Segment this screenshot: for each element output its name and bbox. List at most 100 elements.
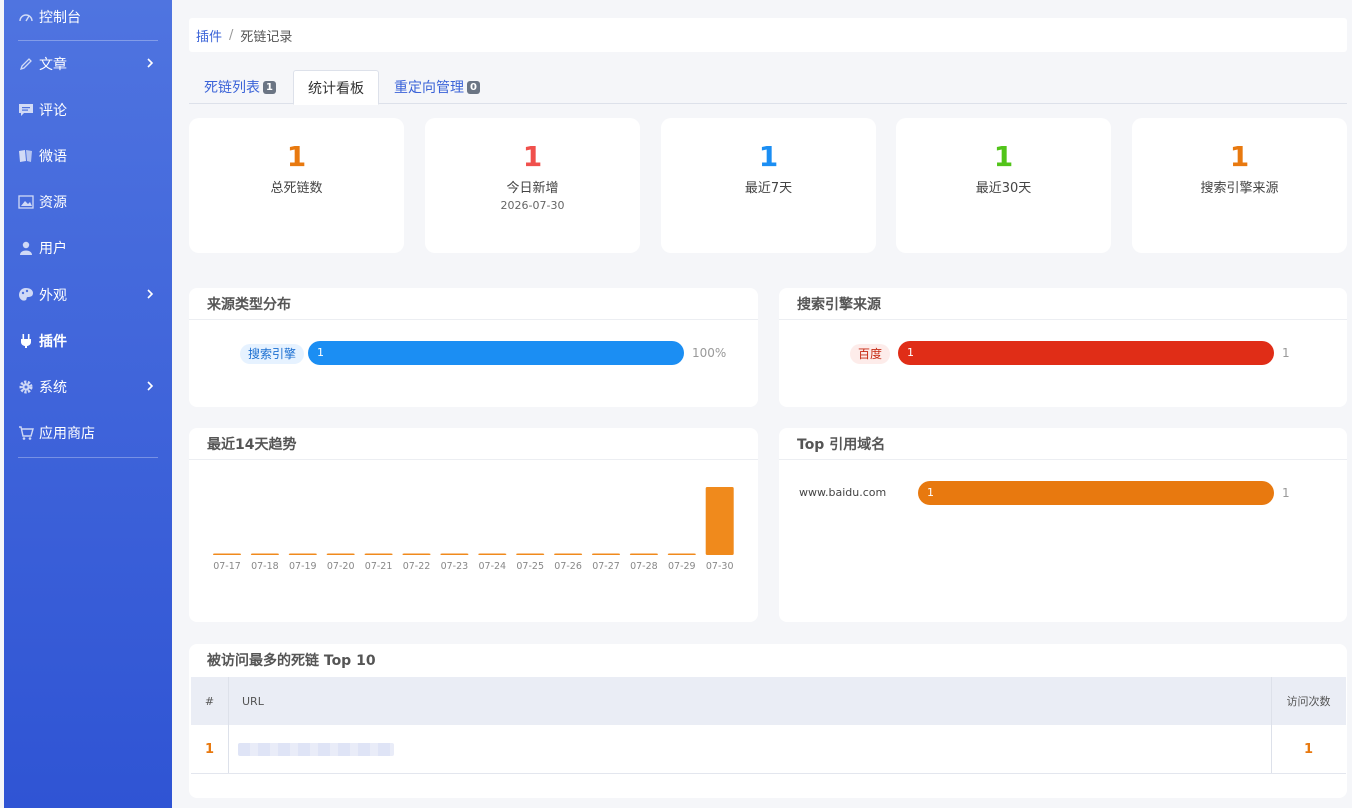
comment-icon: [18, 102, 34, 118]
tab-bar: 死链列表 1 统计看板 重定向管理 0: [189, 67, 1347, 105]
breadcrumb-link-plugins[interactable]: 插件: [196, 26, 222, 45]
chevron-right-icon: [147, 381, 154, 391]
stat-card-today: 1 今日新增 2026-07-30: [425, 118, 640, 253]
stat-label: 最近30天: [975, 181, 1032, 196]
source-percent: 100%: [692, 346, 727, 360]
trend-bar: [478, 553, 507, 555]
count-badge: 1: [263, 80, 276, 94]
table-row[interactable]: 1 1: [191, 725, 1346, 774]
trend-bar: [213, 553, 241, 555]
domain-count: 1: [1282, 486, 1290, 500]
sidebar-item-label: 用户: [39, 241, 67, 257]
stat-card-30days: 1 最近30天: [896, 118, 1111, 253]
sidebar-divider: [18, 40, 158, 41]
trend-tick-label: 07-18: [251, 561, 279, 572]
trend-tick-label: 07-21: [365, 561, 393, 572]
trend-tick-label: 07-17: [213, 561, 241, 572]
source-bar: 1: [308, 341, 684, 365]
trend-bar: [402, 553, 431, 555]
column-header-visits: 访问次数: [1286, 695, 1331, 708]
source-type-panel: 来源类型分布 搜索引擎 1 100%: [189, 288, 758, 407]
sidebar-item-plugins[interactable]: 插件: [4, 326, 172, 356]
sidebar-item-users[interactable]: 用户: [4, 233, 172, 263]
trend-bar: [705, 487, 734, 555]
cards-icon: [18, 148, 34, 164]
trend-tick-label: 07-25: [516, 561, 544, 572]
trend-bar: [554, 553, 583, 555]
count-badge: 0: [467, 80, 480, 94]
top-domains-panel: Top 引用域名 www.baidu.com 1 1: [779, 428, 1347, 622]
sidebar-item-articles[interactable]: 文章: [4, 49, 172, 79]
stat-card-7days: 1 最近7天: [661, 118, 876, 253]
stat-label: 最近7天: [744, 181, 793, 196]
source-tag: 搜索引擎: [240, 344, 305, 364]
trend-bar: [592, 553, 620, 555]
sidebar-item-system[interactable]: 系统: [4, 372, 172, 402]
trend-bar: [364, 553, 393, 555]
stat-value: 1: [993, 140, 1014, 173]
sidebar-item-app-store[interactable]: 应用商店: [4, 418, 172, 448]
stat-value: 1: [758, 140, 779, 173]
tab-label: 统计看板: [308, 80, 364, 97]
sidebar-item-resources[interactable]: 资源: [4, 187, 172, 217]
tab-redirect-management[interactable]: 重定向管理 0: [394, 70, 480, 104]
stat-label: 总死链数: [270, 181, 323, 196]
column-divider: [228, 677, 229, 725]
stat-value: 1: [286, 140, 307, 173]
trend-bar: [629, 553, 658, 555]
trend-tick-label: 07-30: [706, 561, 734, 572]
stat-label: 今日新增: [506, 181, 559, 196]
sidebar-item-label: 外观: [39, 288, 67, 304]
breadcrumb-separator: /: [229, 27, 234, 43]
row-rank: 1: [204, 741, 215, 757]
trend-tick-label: 07-28: [630, 561, 658, 572]
panel-title: 来源类型分布: [189, 288, 758, 320]
panel-title: Top 引用域名: [779, 428, 1347, 460]
trend-bar: [440, 553, 469, 555]
sidebar-item-label: 文章: [39, 57, 67, 73]
tab-stats-dashboard[interactable]: 统计看板: [293, 70, 379, 105]
sidebar-item-appearance[interactable]: 外观: [4, 280, 172, 310]
sidebar-item-moments[interactable]: 微语: [4, 141, 172, 171]
stat-value: 1: [1229, 140, 1250, 173]
search-engine-panel: 搜索引擎来源 百度 1 1: [779, 288, 1347, 407]
tab-dead-link-list[interactable]: 死链列表 1: [204, 70, 276, 104]
trend-tick-label: 07-27: [592, 561, 620, 572]
cart-icon: [18, 425, 34, 441]
sidebar-item-label: 系统: [39, 380, 67, 396]
domain-label: www.baidu.com: [799, 486, 887, 499]
stat-value: 1: [522, 140, 543, 173]
trend-bar: [667, 553, 696, 555]
row-visits: 1: [1303, 741, 1314, 757]
gear-icon: [18, 379, 34, 395]
sidebar: 控制台 文章 评论 微语 资源 用户 外观 插件 系统 应用商店: [4, 0, 172, 808]
sidebar-divider: [18, 457, 158, 458]
sidebar-item-label: 插件: [39, 334, 67, 350]
domain-bar: 1: [918, 481, 1274, 505]
trend-tick-label: 07-26: [554, 561, 582, 572]
sidebar-item-comments[interactable]: 评论: [4, 95, 172, 125]
trend-chart: 07-17 07-18 07-19 07-20 07-21 07-22 07-23 07-24…: [213, 487, 734, 572]
sidebar-item-label: 应用商店: [39, 426, 95, 442]
chart-title: 最近14天趋势: [189, 428, 758, 460]
trend-bar: [326, 553, 355, 555]
breadcrumb-current: 死链记录: [240, 29, 293, 45]
sidebar-item-dashboard[interactable]: 控制台: [4, 2, 172, 32]
row-url-redacted[interactable]: [238, 725, 394, 773]
stat-card-total: 1 总死链数: [189, 118, 404, 253]
sidebar-item-label: 评论: [39, 103, 67, 119]
tab-label: 死链列表: [204, 80, 260, 96]
dashboard-icon: [18, 9, 34, 25]
sidebar-item-label: 控制台: [39, 10, 81, 26]
image-icon: [18, 194, 34, 210]
trend-tick-label: 07-22: [403, 561, 431, 572]
breadcrumb: 插件 / 死链记录: [189, 18, 1347, 52]
chevron-right-icon: [147, 289, 154, 299]
trend-panel: 最近14天趋势 07-17 07-18 07-19 07-20 07-21 07-22 07…: [189, 428, 758, 622]
pencil-icon: [18, 56, 34, 72]
column-header-rank: #: [204, 694, 215, 708]
table-header: # URL 访问次数: [191, 677, 1346, 725]
trend-tick-label: 07-19: [289, 561, 317, 572]
sidebar-item-label: 微语: [39, 149, 67, 165]
trend-tick-label: 07-24: [478, 561, 506, 572]
